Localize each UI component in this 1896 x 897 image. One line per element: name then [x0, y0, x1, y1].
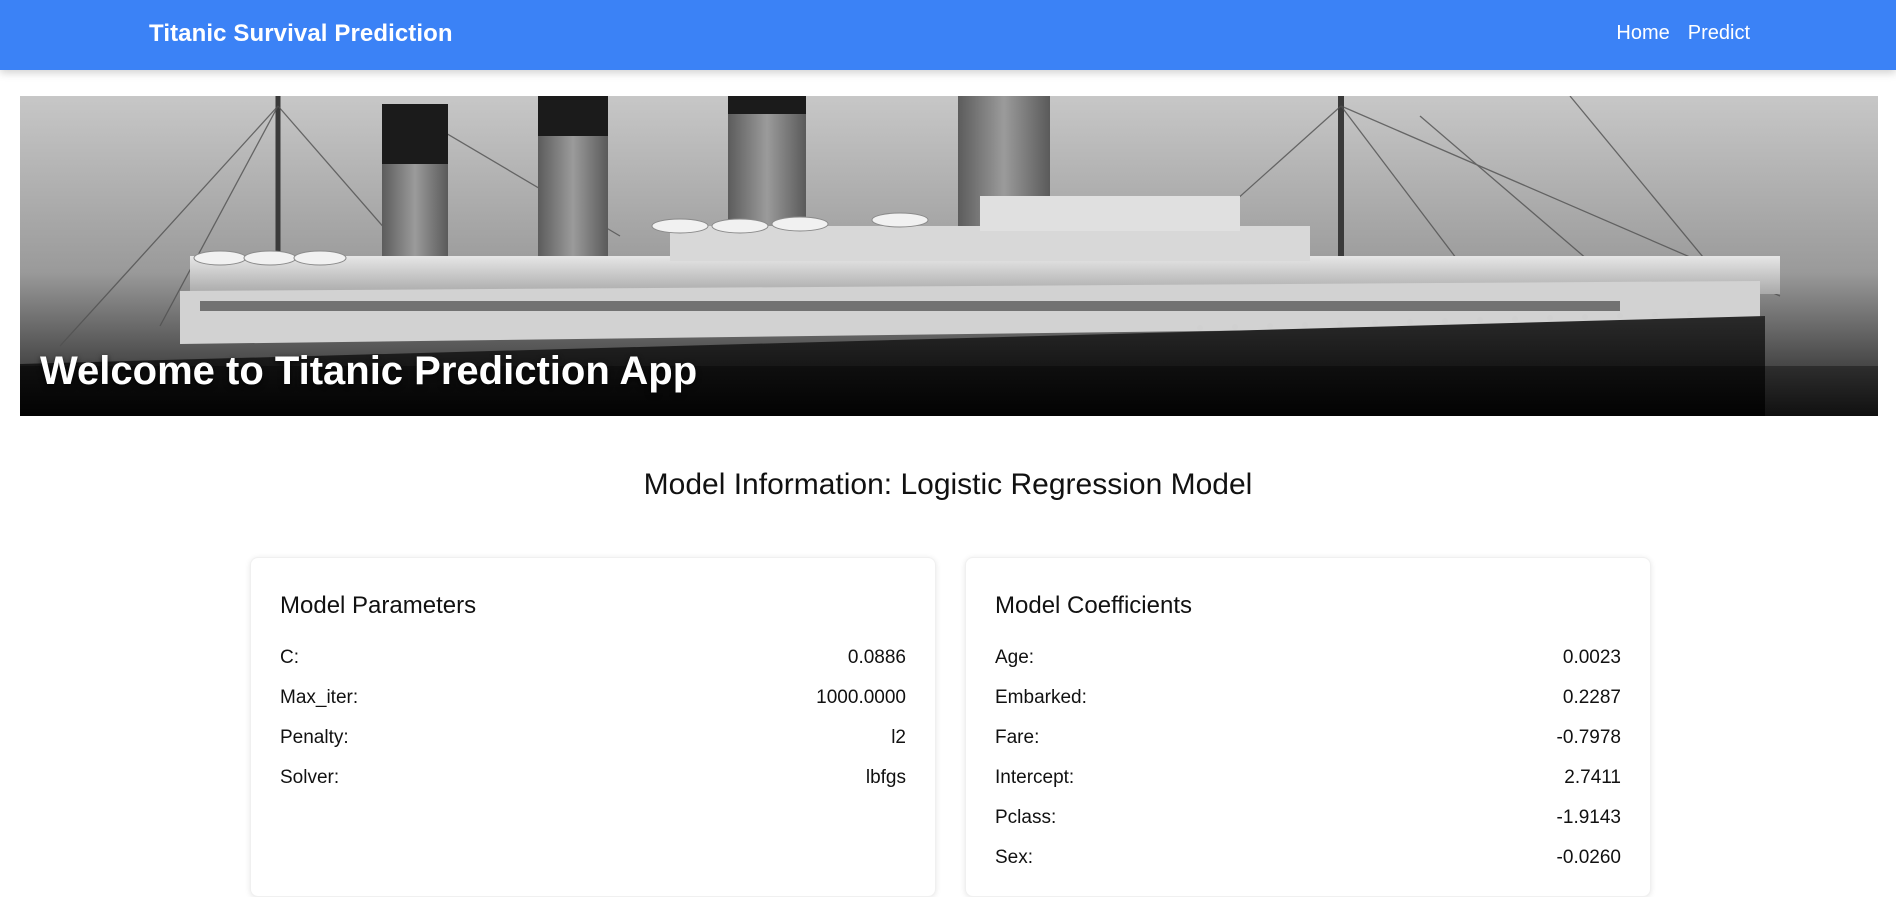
coefficient-value: -1.9143 [1556, 807, 1621, 828]
coefficient-value: 0.0023 [1562, 647, 1621, 668]
model-parameters-list: C: 0.0886 Max_iter: 1000.0000 Penalty: l… [280, 647, 906, 807]
param-row: C: 0.0886 [280, 647, 906, 687]
coefficient-row: Fare: -0.7978 [995, 727, 1621, 767]
coefficient-label: Sex: [995, 847, 1034, 868]
nav-links: Home Predict [1616, 22, 1750, 45]
hero-banner: Welcome to Titanic Prediction App [20, 96, 1878, 416]
coefficient-row: Embarked: 0.2287 [995, 687, 1621, 727]
param-row: Solver: lbfgs [280, 767, 906, 807]
coefficient-label: Intercept: [995, 767, 1075, 788]
param-label: Solver: [280, 767, 340, 788]
param-value: 0.0886 [847, 647, 906, 668]
coefficient-row: Intercept: 2.7411 [995, 767, 1621, 807]
coefficient-row: Age: 0.0023 [995, 647, 1621, 687]
coefficient-label: Pclass: [995, 807, 1057, 828]
coefficient-value: -0.7978 [1556, 727, 1621, 748]
model-info-title: Model Information: Logistic Regression M… [643, 468, 1253, 501]
coefficient-value: -0.0260 [1556, 847, 1621, 868]
param-row: Max_iter: 1000.0000 [280, 687, 906, 727]
coefficient-label: Fare: [995, 727, 1040, 748]
model-coefficients-title: Model Coefficients [995, 592, 1192, 619]
coefficient-row: Sex: -0.0260 [995, 847, 1621, 887]
nav-link-home[interactable]: Home [1616, 22, 1669, 45]
model-parameters-card: Model Parameters C: 0.0886 Max_iter: 100… [250, 557, 936, 897]
param-value: l2 [891, 727, 906, 748]
model-coefficients-card: Model Coefficients Age: 0.0023 Embarked:… [965, 557, 1651, 897]
coefficient-value: 0.2287 [1562, 687, 1621, 708]
coefficient-label: Embarked: [995, 687, 1087, 708]
coefficient-label: Age: [995, 647, 1035, 668]
param-label: Max_iter: [280, 687, 359, 708]
param-label: Penalty: [280, 727, 349, 748]
param-label: C: [280, 647, 299, 668]
coefficient-row: Pclass: -1.9143 [995, 807, 1621, 847]
param-value: lbfgs [865, 767, 906, 788]
model-parameters-title: Model Parameters [280, 592, 477, 619]
model-coefficients-list: Age: 0.0023 Embarked: 0.2287 Fare: -0.79… [995, 647, 1621, 887]
brand-title[interactable]: Titanic Survival Prediction [149, 20, 453, 48]
nav-link-predict[interactable]: Predict [1688, 22, 1750, 45]
hero-title: Welcome to Titanic Prediction App [40, 349, 698, 393]
param-value: 1000.0000 [816, 687, 906, 708]
navbar: Titanic Survival Prediction Home Predict [0, 0, 1896, 70]
param-row: Penalty: l2 [280, 727, 906, 767]
coefficient-value: 2.7411 [1564, 767, 1621, 788]
